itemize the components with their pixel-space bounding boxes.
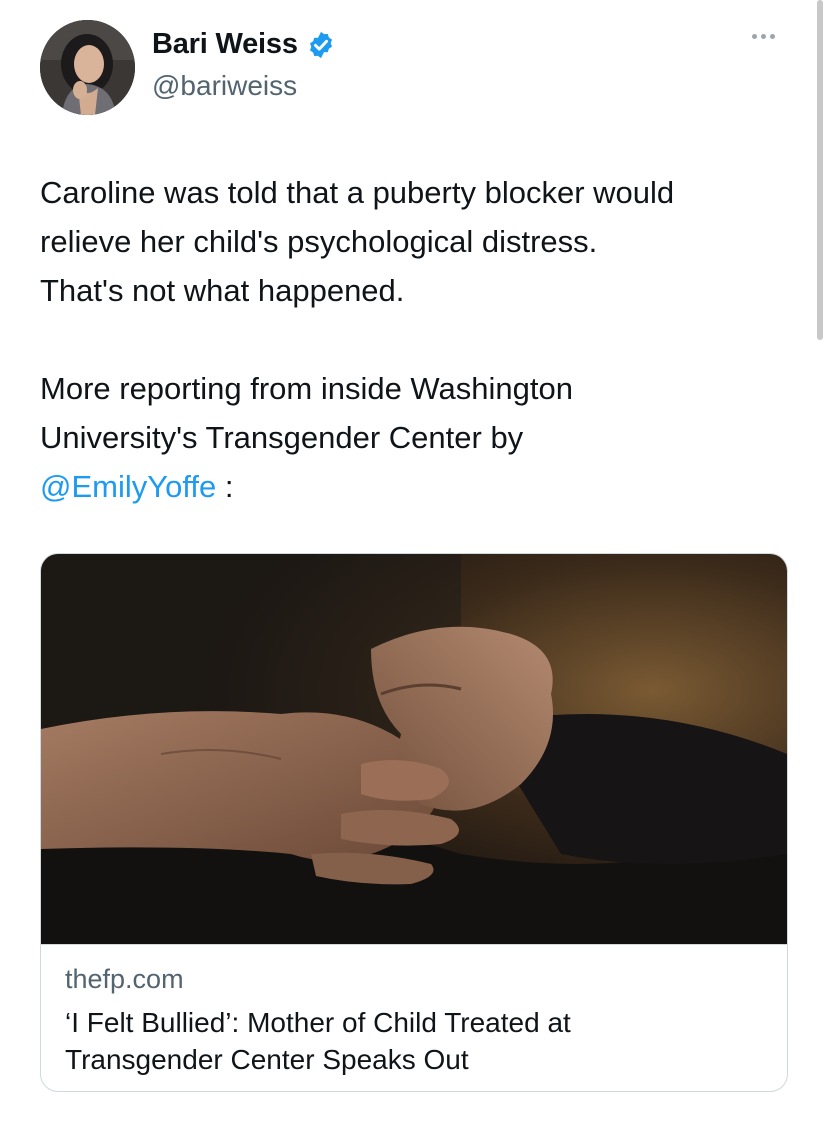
display-name[interactable]: Bari Weiss (152, 28, 298, 61)
tweet: Bari Weiss @bariweiss Caroline was told … (0, 0, 827, 1125)
card-divider (41, 944, 787, 945)
verified-badge-icon (309, 31, 332, 58)
tweet-line: Caroline was told that a puberty blocker… (40, 175, 675, 210)
scrollbar[interactable] (817, 0, 823, 340)
profile-photo-icon (40, 20, 135, 115)
card-domain: thefp.com (65, 964, 184, 994)
mention-suffix: : (216, 469, 234, 504)
card-title-line: ‘I Felt Bullied’: Mother of Child Treate… (65, 1007, 571, 1038)
tweet-line: More reporting from inside Washington (40, 371, 573, 406)
card-title[interactable]: ‘I Felt Bullied’: Mother of Child Treate… (65, 1004, 765, 1078)
tweet-text: Caroline was told that a puberty blocker… (40, 168, 800, 511)
author-handle[interactable]: @bariweiss (152, 70, 297, 102)
card-title-line: Transgender Center Speaks Out (65, 1044, 469, 1075)
tweet-line: @EmilyYoffe : (40, 462, 800, 511)
card-image[interactable] (41, 554, 787, 944)
link-card[interactable]: thefp.com ‘I Felt Bullied’: Mother of Ch… (40, 553, 788, 1092)
tweet-line: That's not what happened. (40, 273, 405, 308)
more-options-icon[interactable] (752, 34, 775, 39)
tweet-line: University's Transgender Center by (40, 420, 524, 455)
mention-link[interactable]: @EmilyYoffe (40, 469, 216, 504)
avatar[interactable] (40, 20, 135, 115)
author-name-row[interactable]: Bari Weiss (152, 28, 336, 61)
clasped-hands-photo-icon (41, 554, 787, 944)
tweet-line: relieve her child's psychological distre… (40, 224, 598, 259)
